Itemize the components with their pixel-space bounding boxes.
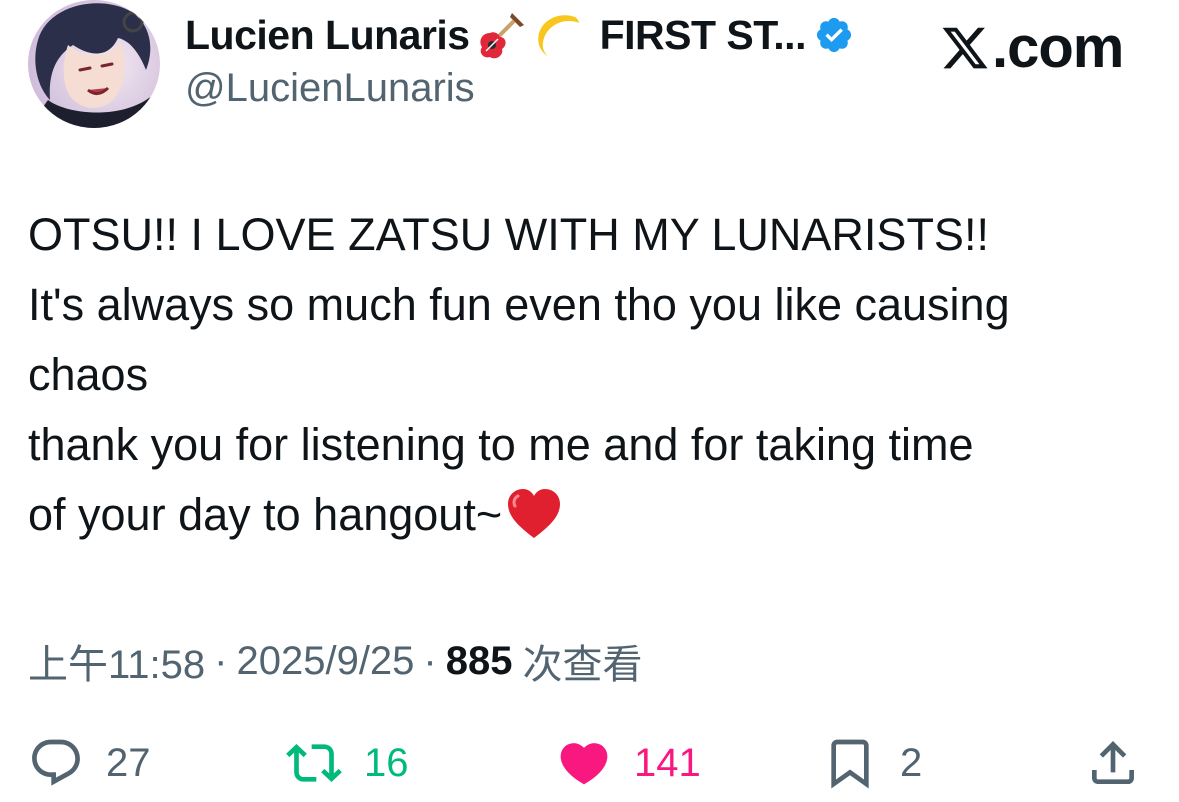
repost-count: 16 [364,740,409,785]
like-count: 141 [634,740,701,785]
reply-count: 27 [106,740,151,785]
crescent-moon-emoji [534,9,586,61]
brand-logo: .com [940,14,1124,81]
author-handle[interactable]: @LucienLunaris [185,66,475,111]
bookmark-icon [822,735,878,791]
like-button[interactable]: 141 [556,735,701,791]
repost-icon [286,735,342,791]
tweet-meta: 上午11:58 · 2025/9/25 · 885 次查看 [28,632,643,690]
meta-separator: · [214,638,228,683]
bookmark-count: 2 [900,740,923,785]
meta-separator: · [423,638,437,683]
bookmark-button[interactable]: 2 [822,735,922,791]
red-heart-emoji [504,484,564,544]
tweet-date[interactable]: 2025/9/25 [236,639,414,684]
tweet-line: It's always so much fun even tho you lik… [28,279,1010,330]
tweet-line: OTSU!! I LOVE ZATSU WITH MY LUNARISTS!! [28,209,989,260]
avatar-image [28,0,160,128]
repost-button[interactable]: 16 [286,735,409,791]
avatar[interactable] [28,0,160,128]
display-name-suffix: FIRST ST... [599,11,807,58]
tweet-time[interactable]: 上午11:58 [28,632,205,690]
verified-badge-icon [814,15,854,55]
tweet-line: thank you for listening to me and for ta… [28,419,974,470]
author-name-row[interactable]: Lucien Lunaris FIRST ST... [185,10,854,60]
guitar-emoji [476,9,528,61]
tweet-line-last: of your day to hangout~ [28,480,1163,550]
reply-button[interactable]: 27 [28,735,151,791]
heart-filled-icon [556,735,612,791]
brand-text: .com [992,15,1124,80]
display-name[interactable]: Lucien Lunaris [185,12,470,59]
tweet-text: OTSU!! I LOVE ZATSU WITH MY LUNARISTS!! … [28,200,1163,550]
tweet-line-text: of your day to hangout~ [28,489,503,540]
views-label: 次查看 [522,643,643,687]
x-logo-icon [940,23,990,73]
tweet-line: chaos [28,349,149,400]
reply-icon [28,735,84,791]
share-icon [1085,735,1141,791]
views-count[interactable]: 885 [446,639,513,684]
share-button[interactable] [1085,735,1141,791]
